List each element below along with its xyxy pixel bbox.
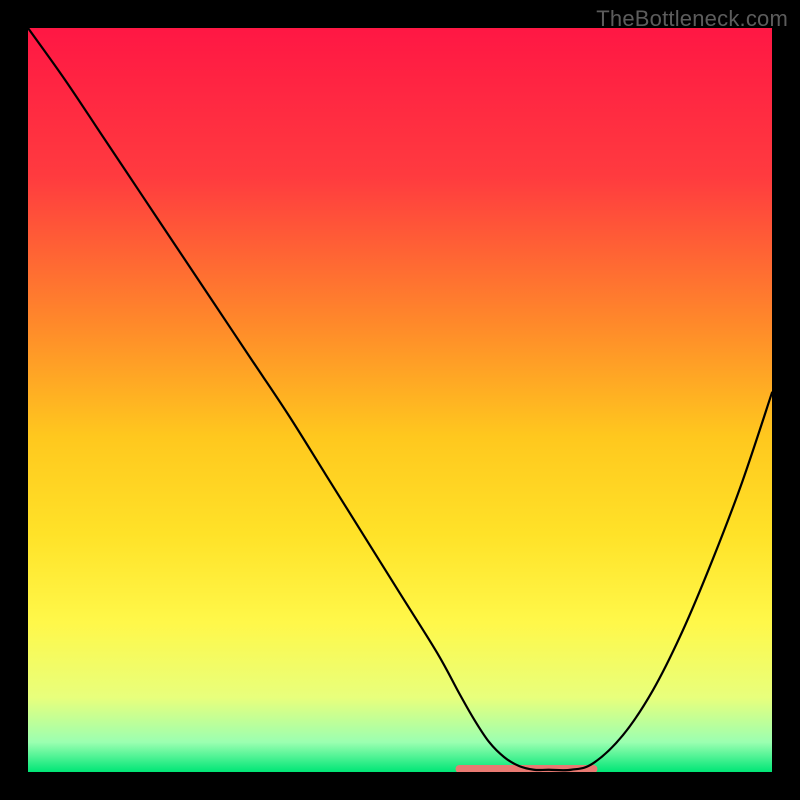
chart-svg	[28, 28, 772, 772]
chart-plot-area	[28, 28, 772, 772]
chart-frame: TheBottleneck.com	[0, 0, 800, 800]
chart-background	[28, 28, 772, 772]
